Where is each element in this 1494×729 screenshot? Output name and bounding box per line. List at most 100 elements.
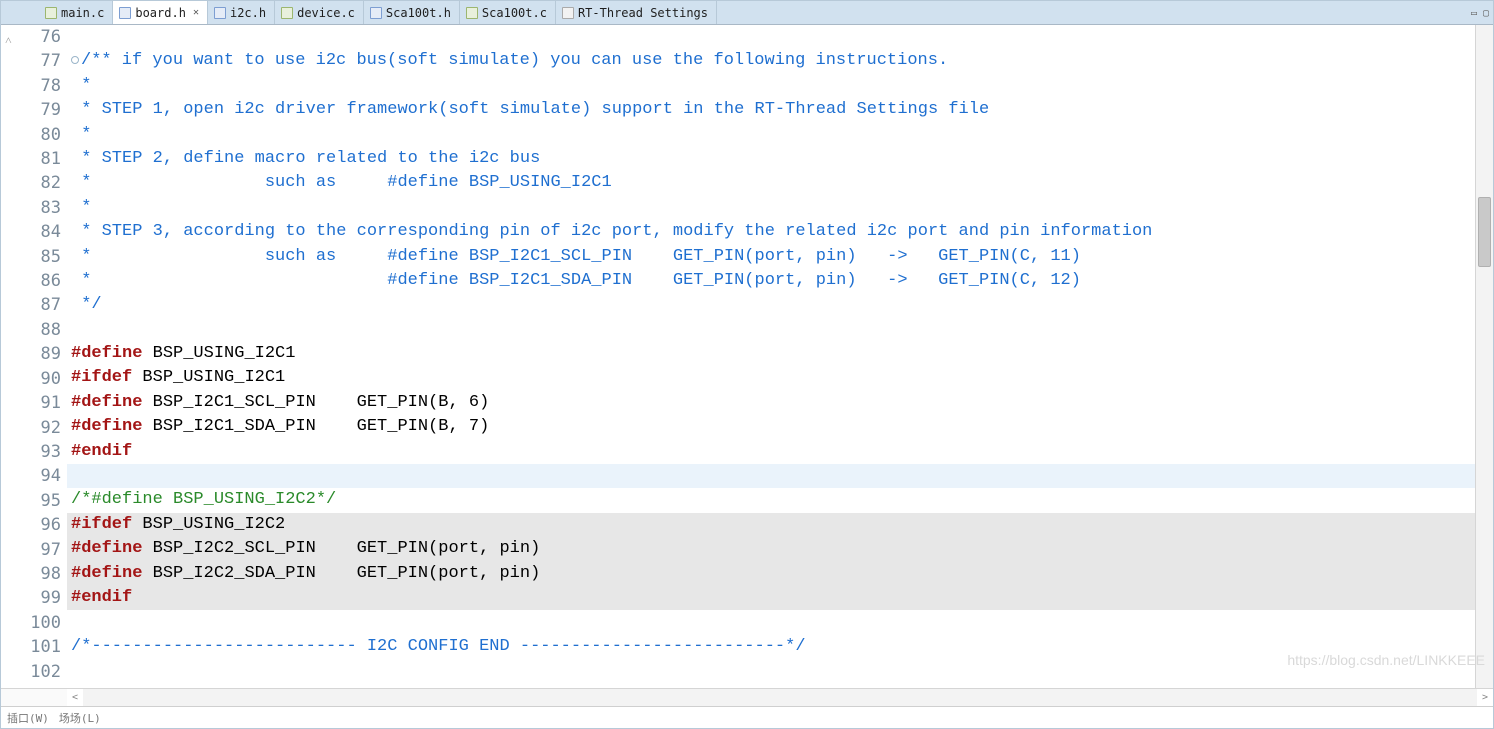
- code-line[interactable]: #endif: [67, 440, 1475, 464]
- line-number: 96: [19, 513, 61, 537]
- tab-device-c[interactable]: device.c: [275, 1, 364, 24]
- window-controls: ▭ ▢: [1471, 1, 1489, 25]
- code-line[interactable]: #define BSP_USING_I2C1: [67, 342, 1475, 366]
- tab-label: RT-Thread Settings: [578, 6, 708, 20]
- editor-tab-bar: main.c board.h ✕ i2c.h device.c Sca100t.h Sca1…: [1, 1, 1493, 25]
- line-number: 88: [19, 318, 61, 342]
- line-number: 80: [19, 123, 61, 147]
- hscroll-right-arrow-icon[interactable]: >: [1477, 689, 1493, 706]
- code-line[interactable]: * STEP 1, open i2c driver framework(soft…: [67, 98, 1475, 122]
- hscroll-left-arrow-icon[interactable]: <: [67, 689, 83, 706]
- code-line[interactable]: #define BSP_I2C1_SDA_PIN GET_PIN(B, 7): [67, 415, 1475, 439]
- tab-main-c[interactable]: main.c: [39, 1, 113, 24]
- code-text: *: [71, 125, 91, 144]
- editor-area: 7677787980818283848586878889909192939495…: [19, 25, 1493, 688]
- code-line[interactable]: #ifdef BSP_USING_I2C1: [67, 366, 1475, 390]
- line-number: 101: [19, 635, 61, 659]
- code-editor[interactable]: /** if you want to use i2c bus(soft simu…: [67, 25, 1475, 688]
- line-number: 83: [19, 196, 61, 220]
- code-line[interactable]: /** if you want to use i2c bus(soft simu…: [67, 49, 1475, 73]
- code-text: #define BSP_USING_I2C1: [71, 344, 295, 363]
- code-line[interactable]: *: [67, 123, 1475, 147]
- code-text: * such as #define BSP_I2C1_SCL_PIN GET_P…: [71, 247, 1081, 266]
- code-line[interactable]: #define BSP_I2C1_SCL_PIN GET_PIN(B, 6): [67, 391, 1475, 415]
- fold-toggle-icon[interactable]: [71, 56, 79, 64]
- line-number: 78: [19, 74, 61, 98]
- code-line[interactable]: #define BSP_I2C2_SCL_PIN GET_PIN(port, p…: [67, 537, 1475, 561]
- vertical-scrollbar[interactable]: [1475, 25, 1493, 688]
- code-text: * STEP 1, open i2c driver framework(soft…: [71, 100, 989, 119]
- horizontal-scrollbar[interactable]: [83, 689, 1477, 706]
- tab-sca100t-h[interactable]: Sca100t.h: [364, 1, 460, 24]
- tab-label: device.c: [297, 6, 355, 20]
- code-text: #define BSP_I2C1_SCL_PIN GET_PIN(B, 6): [71, 393, 489, 412]
- line-number: 91: [19, 391, 61, 415]
- code-text: *: [71, 198, 91, 217]
- vertical-scroll-thumb[interactable]: [1478, 197, 1491, 267]
- status-bar: 插口(W) 场场(L): [1, 706, 1493, 728]
- line-number: 76: [19, 25, 61, 49]
- code-text: * STEP 3, according to the corresponding…: [71, 222, 1152, 241]
- line-number: 97: [19, 538, 61, 562]
- line-number: 95: [19, 489, 61, 513]
- line-number: 87: [19, 293, 61, 317]
- line-number: 85: [19, 245, 61, 269]
- code-line[interactable]: * #define BSP_I2C1_SDA_PIN GET_PIN(port,…: [67, 269, 1475, 293]
- code-text: * #define BSP_I2C1_SDA_PIN GET_PIN(port,…: [71, 271, 1081, 290]
- tab-rt-thread-settings[interactable]: RT-Thread Settings: [556, 1, 717, 24]
- code-text: */: [71, 295, 102, 314]
- tab-label: Sca100t.c: [482, 6, 547, 20]
- file-icon: [281, 7, 293, 19]
- tab-label: Sca100t.h: [386, 6, 451, 20]
- code-line[interactable]: #ifdef BSP_USING_I2C2: [67, 513, 1475, 537]
- code-text: /*#define BSP_USING_I2C2*/: [71, 490, 336, 509]
- code-text: /*-------------------------- I2C CONFIG …: [71, 637, 806, 656]
- code-line[interactable]: [67, 464, 1475, 488]
- line-number-gutter: 7677787980818283848586878889909192939495…: [19, 25, 67, 688]
- code-text: #endif: [71, 588, 132, 607]
- code-line[interactable]: [67, 610, 1475, 634]
- tab-label: i2c.h: [230, 6, 266, 20]
- code-line[interactable]: #endif: [67, 586, 1475, 610]
- code-text: #ifdef BSP_USING_I2C1: [71, 368, 285, 387]
- tab-i2c-h[interactable]: i2c.h: [208, 1, 275, 24]
- collapse-up-icon[interactable]: ˄: [5, 33, 12, 48]
- code-line[interactable]: [67, 25, 1475, 49]
- line-number: 82: [19, 171, 61, 195]
- tab-sca100t-c[interactable]: Sca100t.c: [460, 1, 556, 24]
- tab-bar-left-gap: [1, 1, 39, 24]
- line-number: 94: [19, 464, 61, 488]
- tab-label: main.c: [61, 6, 104, 20]
- outline-bar[interactable]: ˄: [1, 25, 19, 688]
- close-tab-icon[interactable]: ✕: [193, 7, 199, 18]
- code-line[interactable]: #define BSP_I2C2_SDA_PIN GET_PIN(port, p…: [67, 562, 1475, 586]
- code-text: #define BSP_I2C2_SDA_PIN GET_PIN(port, p…: [71, 564, 540, 583]
- code-text: #ifdef BSP_USING_I2C2: [71, 515, 285, 534]
- code-line[interactable]: /*#define BSP_USING_I2C2*/: [67, 488, 1475, 512]
- code-text: #define BSP_I2C2_SCL_PIN GET_PIN(port, p…: [71, 539, 540, 558]
- maximize-editor-icon[interactable]: ▢: [1483, 8, 1489, 19]
- code-line[interactable]: *: [67, 74, 1475, 98]
- tab-label: board.h: [135, 6, 186, 20]
- code-text: * such as #define BSP_USING_I2C1: [71, 173, 612, 192]
- code-line[interactable]: */: [67, 293, 1475, 317]
- tab-board-h[interactable]: board.h ✕: [113, 1, 208, 24]
- code-line[interactable]: [67, 318, 1475, 342]
- code-text: #endif: [71, 442, 132, 461]
- line-number: 86: [19, 269, 61, 293]
- status-item: 场场(L): [59, 710, 101, 726]
- code-line[interactable]: *: [67, 196, 1475, 220]
- code-line[interactable]: * such as #define BSP_USING_I2C1: [67, 171, 1475, 195]
- line-number: 92: [19, 416, 61, 440]
- code-line[interactable]: * STEP 2, define macro related to the i2…: [67, 147, 1475, 171]
- line-number: 99: [19, 586, 61, 610]
- code-line[interactable]: * STEP 3, according to the corresponding…: [67, 220, 1475, 244]
- line-number: 90: [19, 367, 61, 391]
- line-number: 84: [19, 220, 61, 244]
- code-text: #define BSP_I2C1_SDA_PIN GET_PIN(B, 7): [71, 417, 489, 436]
- minimize-editor-icon[interactable]: ▭: [1471, 8, 1477, 19]
- code-line[interactable]: * such as #define BSP_I2C1_SCL_PIN GET_P…: [67, 245, 1475, 269]
- line-number: 81: [19, 147, 61, 171]
- code-line[interactable]: [67, 659, 1475, 683]
- code-line[interactable]: /*-------------------------- I2C CONFIG …: [67, 635, 1475, 659]
